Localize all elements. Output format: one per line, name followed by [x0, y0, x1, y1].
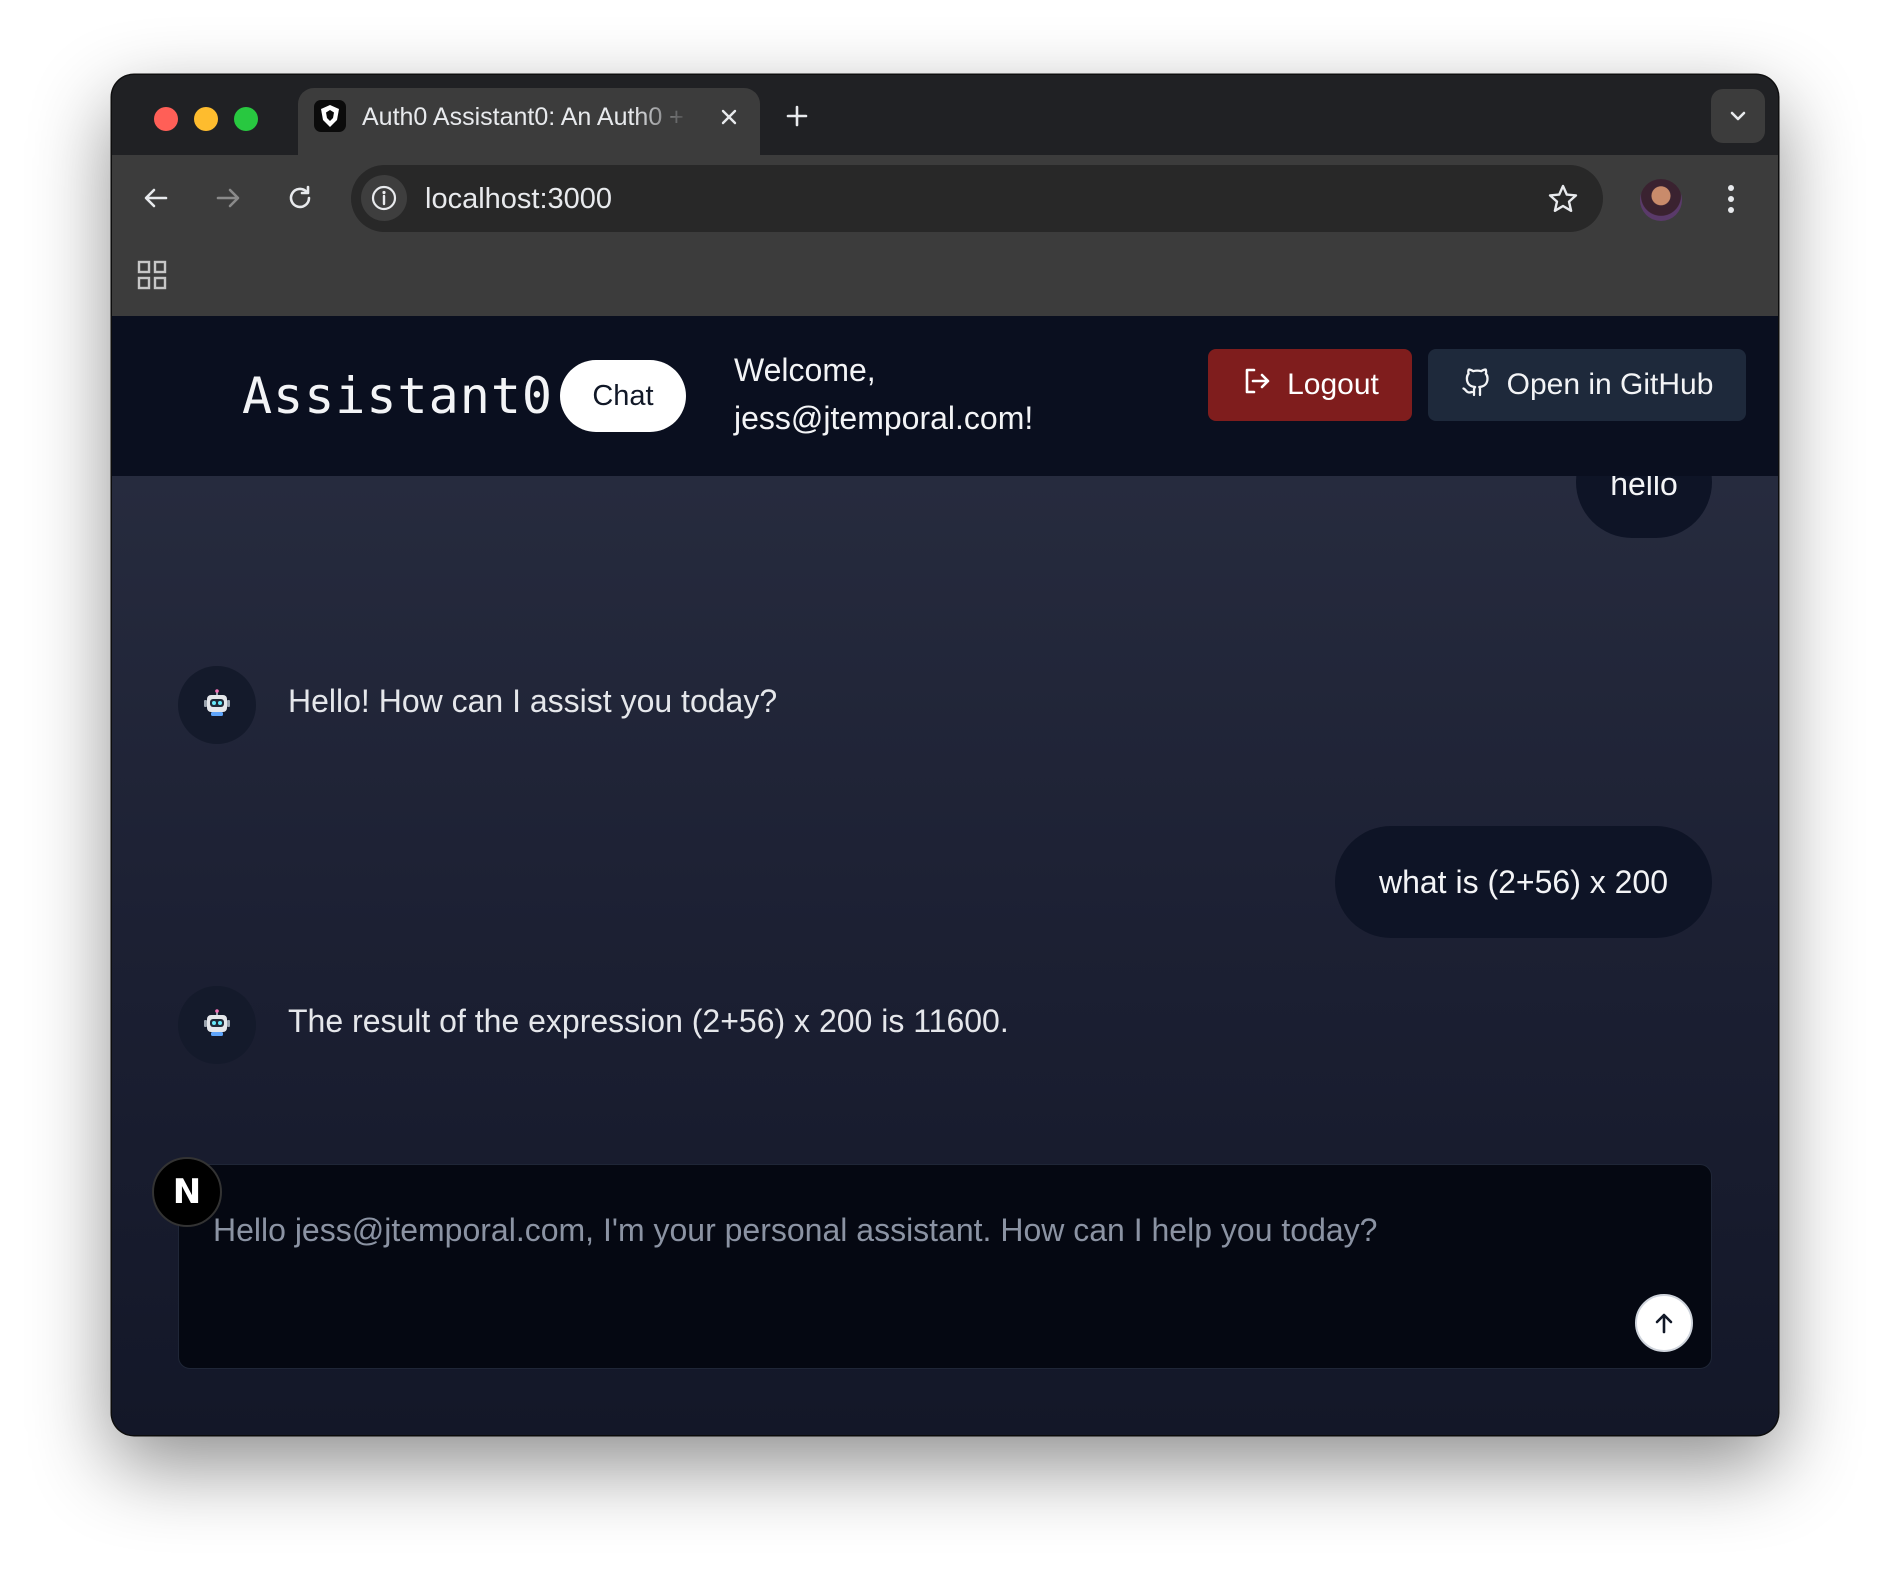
message-text: what is (2+56) x 200 [1378, 864, 1669, 900]
info-icon[interactable] [361, 175, 407, 221]
tab-title: Auth0 Assistant0: An Auth0 + LangChain.j… [362, 103, 692, 131]
brand-title: Assistant0 [242, 367, 554, 425]
kebab-icon[interactable] [1716, 179, 1746, 219]
send-button[interactable] [1635, 1294, 1693, 1352]
assistant-avatar [178, 986, 256, 1064]
chat-input[interactable] [211, 1199, 1655, 1261]
tab-strip: Auth0 Assistant0: An Auth0 + LangChain.j… [112, 75, 1778, 155]
welcome-email: jess@jtemporal.com! [734, 400, 1034, 436]
logout-icon [1241, 365, 1273, 405]
assistant-avatar [178, 666, 256, 744]
arrow-right-icon[interactable] [210, 180, 246, 216]
address-bar[interactable]: localhost:3000 [351, 165, 1603, 232]
plus-icon[interactable] [782, 101, 812, 131]
assistant-message: The result of the expression (2+56) x 20… [288, 1003, 1009, 1039]
welcome-text: Welcome, jess@jtemporal.com! [734, 346, 1094, 442]
tab-active[interactable]: Auth0 Assistant0: An Auth0 + LangChain.j… [298, 88, 760, 155]
arrow-up-icon [1655, 1313, 1673, 1334]
app-header: Assistant0 Chat Welcome, jess@jtemporal.… [112, 316, 1778, 476]
message-composer [178, 1164, 1712, 1369]
arrow-left-icon[interactable] [138, 180, 174, 216]
user-message: what is (2+56) x 200 [1335, 826, 1712, 938]
chat-nav-button[interactable]: Chat [560, 360, 686, 432]
reload-icon[interactable] [282, 180, 318, 216]
star-icon[interactable] [1545, 181, 1581, 217]
maximize-window-button[interactable] [234, 107, 258, 131]
close-icon[interactable] [716, 104, 742, 130]
auth0-shield-icon [314, 100, 346, 132]
logout-label: Logout [1287, 368, 1379, 401]
assistant-message: Hello! How can I assist you today? [288, 683, 778, 719]
apps-grid-icon[interactable] [136, 259, 168, 291]
minimize-window-button[interactable] [194, 107, 218, 131]
logout-button[interactable]: Logout [1208, 349, 1412, 421]
robot-icon [202, 1008, 232, 1043]
close-window-button[interactable] [154, 107, 178, 131]
open-github-button[interactable]: Open in GitHub [1428, 349, 1746, 421]
github-icon [1461, 365, 1491, 405]
chevron-down-icon[interactable] [1711, 89, 1765, 143]
browser-window: Auth0 Assistant0: An Auth0 + LangChain.j… [112, 75, 1778, 1435]
welcome-line: Welcome, [734, 352, 876, 388]
robot-icon [202, 688, 232, 723]
app-page: Assistant0 Chat Welcome, jess@jtemporal.… [112, 316, 1778, 1435]
url-text[interactable]: localhost:3000 [425, 182, 612, 216]
avatar[interactable] [1640, 179, 1682, 221]
browser-toolbar: localhost:3000 [112, 155, 1778, 241]
github-label: Open in GitHub [1506, 368, 1714, 401]
bookmarks-bar [112, 241, 1778, 316]
nextjs-dev-badge[interactable]: N [152, 1157, 222, 1227]
